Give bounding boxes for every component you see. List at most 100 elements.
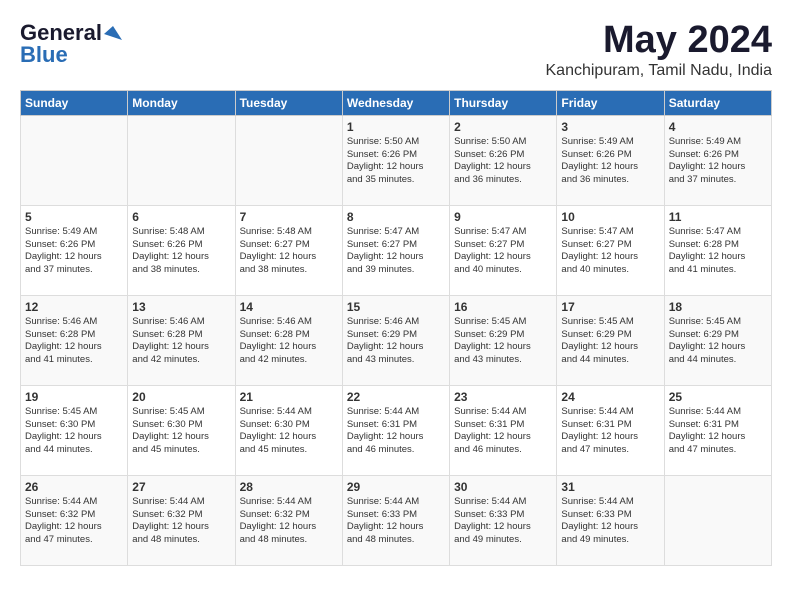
day-info: Sunrise: 5:48 AM Sunset: 6:26 PM Dayligh…: [132, 226, 230, 277]
logo: General Blue: [20, 20, 122, 68]
day-info: Sunrise: 5:44 AM Sunset: 6:31 PM Dayligh…: [561, 406, 659, 457]
day-number: 22: [347, 390, 445, 404]
calendar-cell: 12Sunrise: 5:46 AM Sunset: 6:28 PM Dayli…: [21, 295, 128, 385]
calendar-cell: 13 Sunrise: 5:46 AM Sunset: 6:28 PM Dayli…: [128, 295, 235, 385]
day-info: Sunrise: 5:46 AM Sunset: 6:28 PM Dayligh…: [25, 316, 123, 367]
calendar-cell: 2 Sunrise: 5:50 AM Sunset: 6:26 PM Daylig…: [450, 115, 557, 205]
calendar-cell: 17 Sunrise: 5:45 AM Sunset: 6:29 PM Dayli…: [557, 295, 664, 385]
day-info: Sunrise: 5:47 AM Sunset: 6:27 PM Dayligh…: [347, 226, 445, 277]
calendar-cell: 18 Sunrise: 5:45 AM Sunset: 6:29 PM Dayli…: [664, 295, 771, 385]
calendar-week-row: 19Sunrise: 5:45 AM Sunset: 6:30 PM Dayli…: [21, 385, 772, 475]
day-info: Sunrise: 5:49 AM Sunset: 6:26 PM Dayligh…: [669, 136, 767, 187]
calendar-cell: [128, 115, 235, 205]
header-sunday: Sunday: [21, 90, 128, 115]
day-number: 13: [132, 300, 230, 314]
day-info: Sunrise: 5:46 AM Sunset: 6:29 PM Dayligh…: [347, 316, 445, 367]
calendar-header-row: SundayMondayTuesdayWednesdayThursdayFrid…: [21, 90, 772, 115]
calendar-cell: 3 Sunrise: 5:49 AM Sunset: 6:26 PM Daylig…: [557, 115, 664, 205]
calendar-cell: [21, 115, 128, 205]
day-info: Sunrise: 5:44 AM Sunset: 6:31 PM Dayligh…: [669, 406, 767, 457]
calendar-cell: 30Sunrise: 5:44 AM Sunset: 6:33 PM Dayli…: [450, 475, 557, 565]
calendar-cell: 28Sunrise: 5:44 AM Sunset: 6:32 PM Dayli…: [235, 475, 342, 565]
day-number: 4: [669, 120, 767, 134]
day-number: 27: [132, 480, 230, 494]
calendar-table: SundayMondayTuesdayWednesdayThursdayFrid…: [20, 90, 772, 566]
day-info: Sunrise: 5:49 AM Sunset: 6:26 PM Dayligh…: [561, 136, 659, 187]
title-block: May 2024 Kanchipuram, Tamil Nadu, India: [546, 20, 773, 80]
calendar-cell: 6Sunrise: 5:48 AM Sunset: 6:26 PM Daylig…: [128, 205, 235, 295]
day-number: 15: [347, 300, 445, 314]
calendar-week-row: 26 Sunrise: 5:44 AM Sunset: 6:32 PM Dayli…: [21, 475, 772, 565]
day-number: 2: [454, 120, 552, 134]
calendar-cell: 26 Sunrise: 5:44 AM Sunset: 6:32 PM Dayli…: [21, 475, 128, 565]
calendar-cell: 22Sunrise: 5:44 AM Sunset: 6:31 PM Dayli…: [342, 385, 449, 475]
calendar-cell: 5 Sunrise: 5:49 AM Sunset: 6:26 PM Daylig…: [21, 205, 128, 295]
calendar-cell: 7 Sunrise: 5:48 AM Sunset: 6:27 PM Daylig…: [235, 205, 342, 295]
day-number: 25: [669, 390, 767, 404]
month-title: May 2024: [546, 20, 773, 62]
location: Kanchipuram, Tamil Nadu, India: [546, 62, 773, 80]
day-number: 31: [561, 480, 659, 494]
calendar-cell: 10Sunrise: 5:47 AM Sunset: 6:27 PM Dayli…: [557, 205, 664, 295]
day-number: 30: [454, 480, 552, 494]
day-info: Sunrise: 5:44 AM Sunset: 6:32 PM Dayligh…: [240, 496, 338, 547]
day-number: 21: [240, 390, 338, 404]
day-info: Sunrise: 5:45 AM Sunset: 6:29 PM Dayligh…: [669, 316, 767, 367]
day-info: Sunrise: 5:44 AM Sunset: 6:32 PM Dayligh…: [25, 496, 123, 547]
header-tuesday: Tuesday: [235, 90, 342, 115]
calendar-cell: 27Sunrise: 5:44 AM Sunset: 6:32 PM Dayli…: [128, 475, 235, 565]
day-info: Sunrise: 5:45 AM Sunset: 6:29 PM Dayligh…: [561, 316, 659, 367]
day-number: 1: [347, 120, 445, 134]
day-number: 11: [669, 210, 767, 224]
day-info: Sunrise: 5:45 AM Sunset: 6:30 PM Dayligh…: [132, 406, 230, 457]
day-number: 7: [240, 210, 338, 224]
calendar-cell: 29Sunrise: 5:44 AM Sunset: 6:33 PM Dayli…: [342, 475, 449, 565]
calendar-cell: [664, 475, 771, 565]
calendar-cell: 11 Sunrise: 5:47 AM Sunset: 6:28 PM Dayli…: [664, 205, 771, 295]
day-info: Sunrise: 5:50 AM Sunset: 6:26 PM Dayligh…: [454, 136, 552, 187]
calendar-cell: 21 Sunrise: 5:44 AM Sunset: 6:30 PM Dayli…: [235, 385, 342, 475]
header-friday: Friday: [557, 90, 664, 115]
day-info: Sunrise: 5:44 AM Sunset: 6:33 PM Dayligh…: [347, 496, 445, 547]
calendar-week-row: 5 Sunrise: 5:49 AM Sunset: 6:26 PM Daylig…: [21, 205, 772, 295]
calendar-cell: 31Sunrise: 5:44 AM Sunset: 6:33 PM Dayli…: [557, 475, 664, 565]
calendar-cell: 19Sunrise: 5:45 AM Sunset: 6:30 PM Dayli…: [21, 385, 128, 475]
day-number: 10: [561, 210, 659, 224]
day-number: 24: [561, 390, 659, 404]
header-saturday: Saturday: [664, 90, 771, 115]
day-info: Sunrise: 5:47 AM Sunset: 6:28 PM Dayligh…: [669, 226, 767, 277]
day-info: Sunrise: 5:47 AM Sunset: 6:27 PM Dayligh…: [454, 226, 552, 277]
logo-blue-text: Blue: [20, 42, 68, 68]
day-number: 9: [454, 210, 552, 224]
day-info: Sunrise: 5:45 AM Sunset: 6:30 PM Dayligh…: [25, 406, 123, 457]
day-number: 23: [454, 390, 552, 404]
calendar-cell: 20Sunrise: 5:45 AM Sunset: 6:30 PM Dayli…: [128, 385, 235, 475]
calendar-cell: 1 Sunrise: 5:50 AM Sunset: 6:26 PM Daylig…: [342, 115, 449, 205]
day-number: 18: [669, 300, 767, 314]
logo-bird-icon: [104, 24, 122, 42]
calendar-cell: 4 Sunrise: 5:49 AM Sunset: 6:26 PM Daylig…: [664, 115, 771, 205]
calendar-cell: 14Sunrise: 5:46 AM Sunset: 6:28 PM Dayli…: [235, 295, 342, 385]
day-info: Sunrise: 5:44 AM Sunset: 6:30 PM Dayligh…: [240, 406, 338, 457]
day-info: Sunrise: 5:50 AM Sunset: 6:26 PM Dayligh…: [347, 136, 445, 187]
day-info: Sunrise: 5:49 AM Sunset: 6:26 PM Dayligh…: [25, 226, 123, 277]
day-info: Sunrise: 5:46 AM Sunset: 6:28 PM Dayligh…: [132, 316, 230, 367]
day-number: 3: [561, 120, 659, 134]
day-number: 5: [25, 210, 123, 224]
header-wednesday: Wednesday: [342, 90, 449, 115]
calendar-week-row: 12Sunrise: 5:46 AM Sunset: 6:28 PM Dayli…: [21, 295, 772, 385]
header-thursday: Thursday: [450, 90, 557, 115]
calendar-cell: 16 Sunrise: 5:45 AM Sunset: 6:29 PM Dayli…: [450, 295, 557, 385]
day-number: 26: [25, 480, 123, 494]
calendar-cell: 25 Sunrise: 5:44 AM Sunset: 6:31 PM Dayli…: [664, 385, 771, 475]
day-info: Sunrise: 5:45 AM Sunset: 6:29 PM Dayligh…: [454, 316, 552, 367]
calendar-cell: 23Sunrise: 5:44 AM Sunset: 6:31 PM Dayli…: [450, 385, 557, 475]
calendar-cell: [235, 115, 342, 205]
day-number: 17: [561, 300, 659, 314]
header-monday: Monday: [128, 90, 235, 115]
page-header: General Blue May 2024 Kanchipuram, Tamil…: [20, 20, 772, 80]
day-info: Sunrise: 5:48 AM Sunset: 6:27 PM Dayligh…: [240, 226, 338, 277]
day-info: Sunrise: 5:46 AM Sunset: 6:28 PM Dayligh…: [240, 316, 338, 367]
calendar-cell: 24 Sunrise: 5:44 AM Sunset: 6:31 PM Dayli…: [557, 385, 664, 475]
day-number: 16: [454, 300, 552, 314]
